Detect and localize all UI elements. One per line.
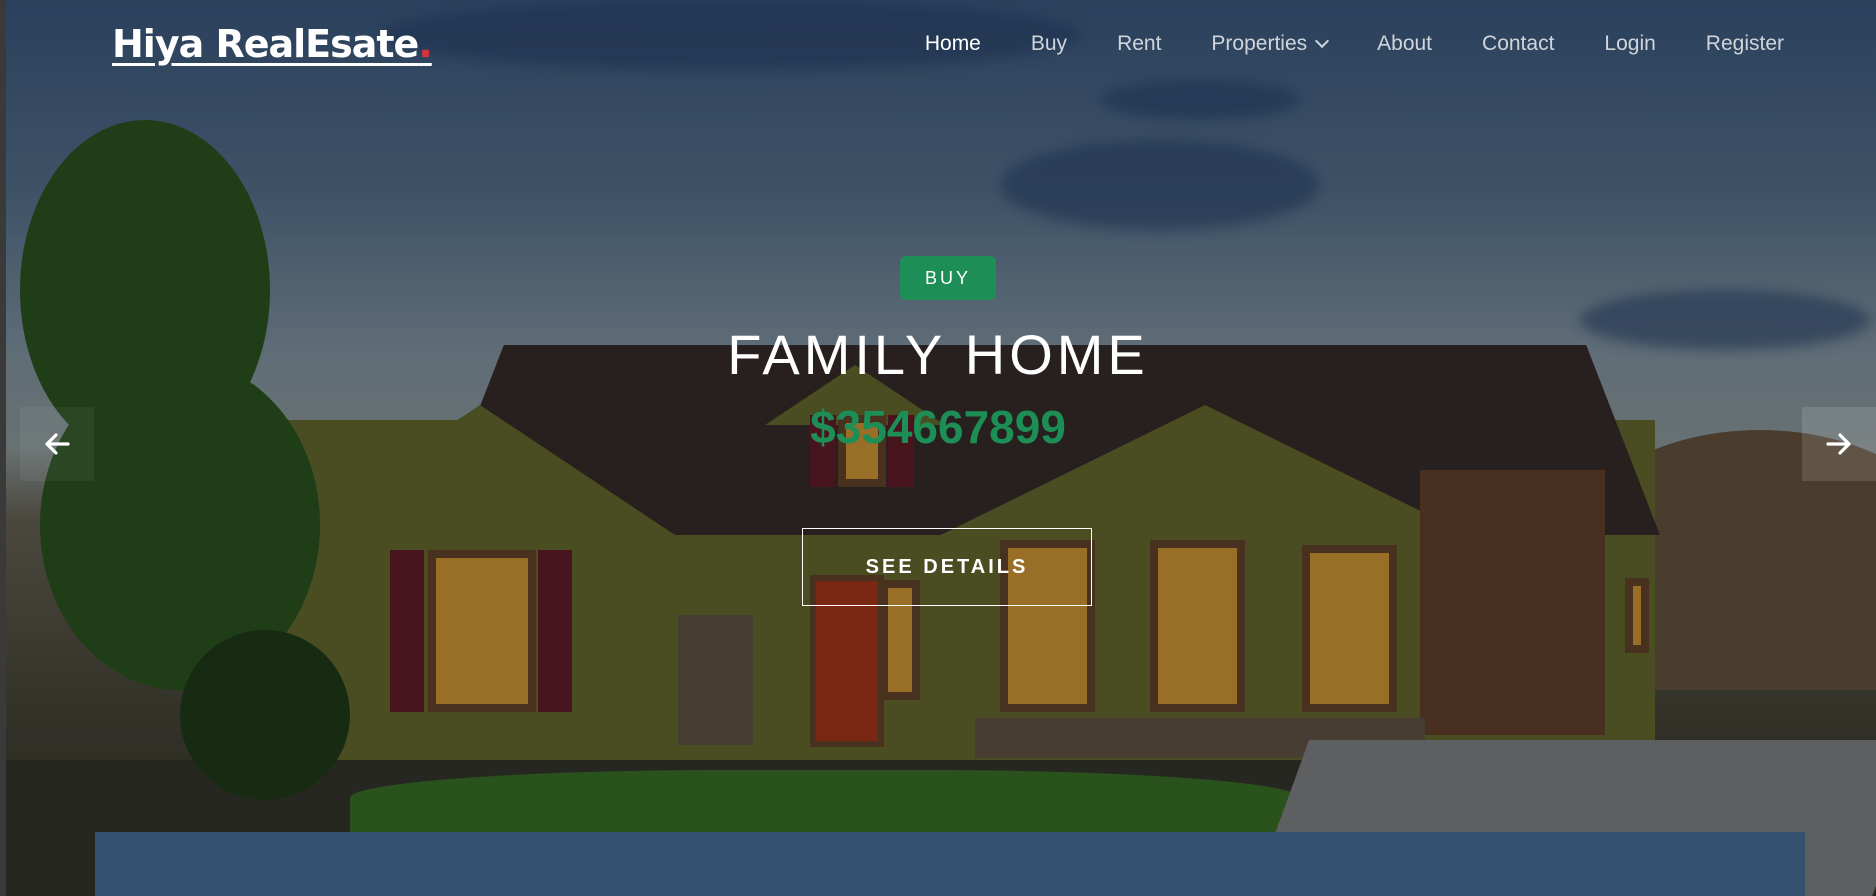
nav-contact[interactable]: Contact: [1482, 32, 1554, 56]
slide-title: FAMILY HOME: [727, 323, 1149, 386]
brand-dot: .: [418, 22, 432, 66]
arrow-left-icon: [45, 433, 70, 455]
main-nav: Home Buy Rent Properties About Contact L…: [875, 32, 1784, 56]
see-details-button[interactable]: SEE DETAILS: [802, 528, 1092, 606]
nav-properties[interactable]: Properties: [1211, 32, 1330, 56]
nav-buy[interactable]: Buy: [1031, 32, 1067, 56]
search-panel: [95, 832, 1805, 896]
nav-login[interactable]: Login: [1604, 32, 1655, 56]
brand-name: Hiya RealEsate: [112, 22, 419, 66]
nav-about[interactable]: About: [1377, 32, 1432, 56]
chevron-down-icon: [1315, 33, 1330, 49]
listing-type-badge: BUY: [900, 256, 996, 300]
nav-properties-label: Properties: [1211, 32, 1308, 55]
carousel-prev-button[interactable]: [20, 407, 94, 481]
carousel-next-button[interactable]: [1802, 407, 1876, 481]
nav-home[interactable]: Home: [925, 32, 981, 56]
slide-price: $354667899: [810, 401, 1066, 453]
nav-rent[interactable]: Rent: [1117, 32, 1161, 56]
nav-register[interactable]: Register: [1706, 32, 1784, 56]
brand-logo[interactable]: Hiya RealEsate.: [112, 22, 433, 66]
arrow-right-icon: [1826, 433, 1851, 455]
